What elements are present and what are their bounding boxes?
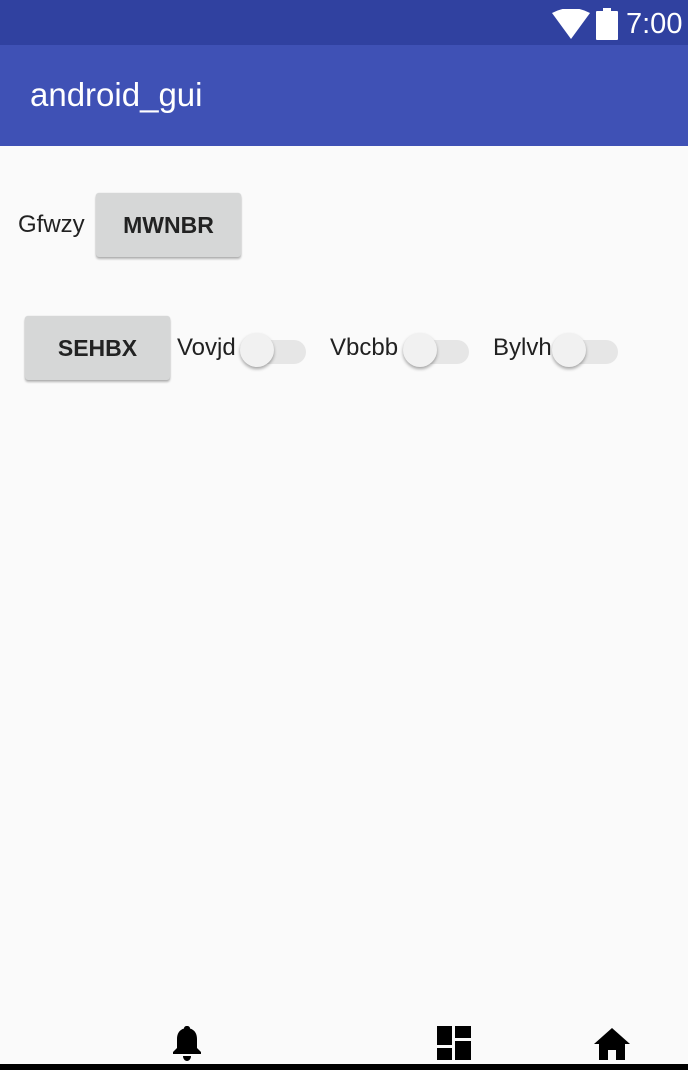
status-bar: 7:00 — [0, 0, 688, 45]
switch-label-vbcbb: Vbcbb — [330, 334, 399, 361]
switch-vovjd[interactable] — [240, 328, 306, 368]
switch-vbcbb[interactable] — [403, 328, 469, 368]
mwnbr-button[interactable]: MWNBR — [96, 193, 241, 257]
switch-bylvh[interactable] — [552, 328, 618, 368]
switch-label-bylvh: Bylvh — [493, 334, 552, 361]
status-time: 7:00 — [626, 8, 683, 40]
switch-thumb — [240, 333, 274, 367]
label-gfwzy: Gfwzy — [18, 211, 85, 238]
dashboard-icon[interactable] — [437, 1026, 471, 1060]
switch-thumb — [403, 333, 437, 367]
app-bar: android_gui — [0, 45, 688, 146]
switch-thumb — [552, 333, 586, 367]
bottom-edge — [0, 1064, 688, 1070]
app-title: android_gui — [30, 76, 203, 113]
bell-icon[interactable] — [171, 1024, 203, 1062]
sehbx-button[interactable]: SEHBX — [25, 316, 170, 380]
switch-label-vovjd: Vovjd — [177, 334, 236, 361]
battery-icon — [596, 8, 618, 40]
home-icon[interactable] — [594, 1028, 630, 1060]
wifi-icon — [552, 9, 590, 39]
